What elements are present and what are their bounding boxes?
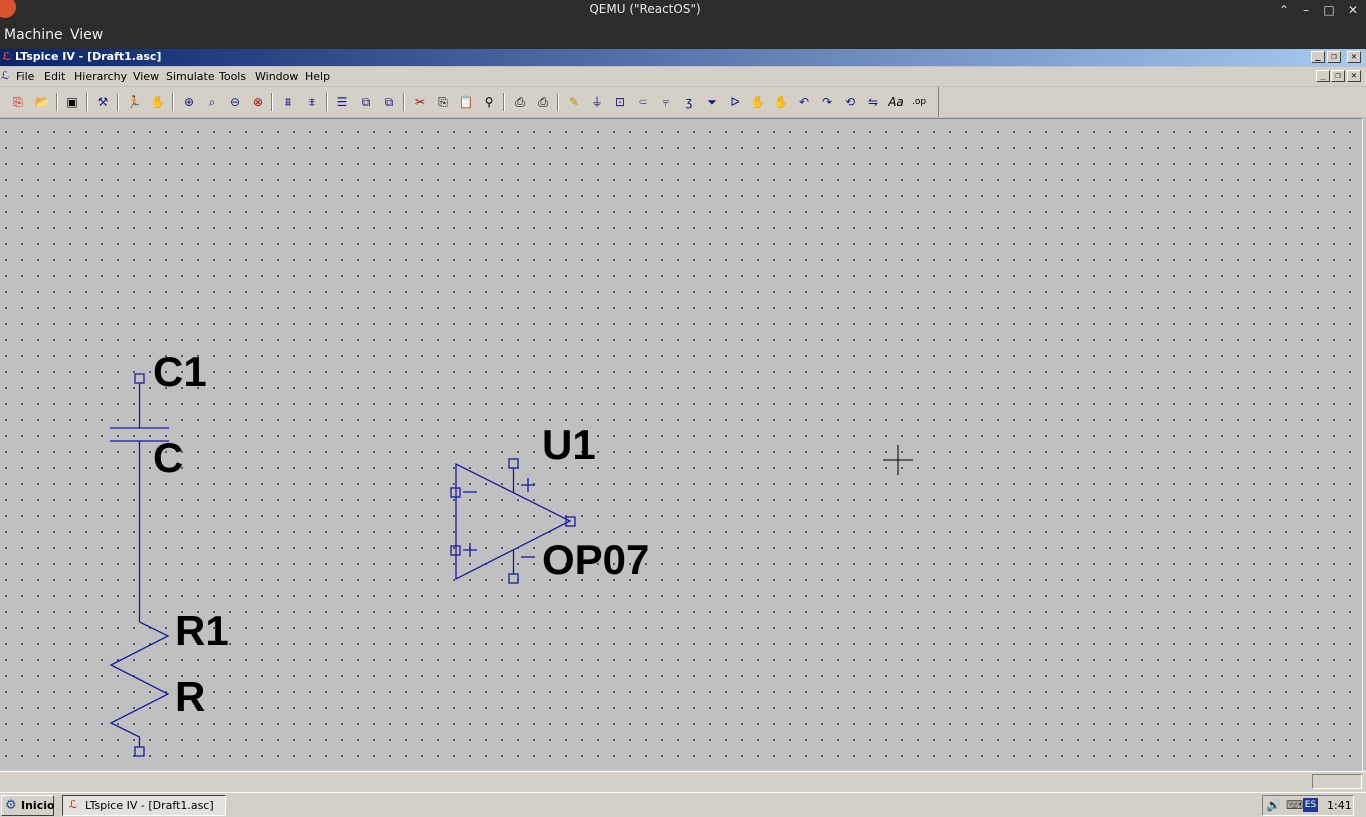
ltspice-logo-icon: ℒ xyxy=(2,50,12,63)
capacitor-value-label[interactable]: C xyxy=(153,437,183,479)
opamp-name-label[interactable]: U1 xyxy=(542,424,596,466)
app-minimize-button[interactable]: _ xyxy=(1311,51,1325,63)
system-tray: 🔊 ⌨ ES 1:41 xyxy=(1262,795,1354,816)
taskbar-item-label: LTspice IV - [Draft1.asc] xyxy=(85,799,214,812)
volume-icon[interactable]: 🔊 xyxy=(1266,798,1281,812)
host-maximize-button[interactable]: □ xyxy=(1319,1,1339,19)
app-close-button[interactable]: ✕ xyxy=(1347,51,1361,63)
resistor-symbol[interactable] xyxy=(109,621,170,757)
language-indicator[interactable]: ES xyxy=(1303,798,1318,812)
schematic-canvas[interactable]: C1 C R1 R U1 OP07 xyxy=(0,118,1363,771)
capacitor-symbol[interactable] xyxy=(110,373,169,622)
pin-vminus[interactable] xyxy=(508,573,519,584)
pin-r1-bottom[interactable] xyxy=(134,746,145,757)
start-button[interactable]: ⚙ Inicio xyxy=(1,795,55,816)
capacitor-name-label[interactable]: C1 xyxy=(153,351,207,393)
guest-desktop: ℒ LTspice IV - [Draft1.asc] _ ❐ ✕ ℒ File… xyxy=(0,49,1366,817)
resistor-name-label[interactable]: R1 xyxy=(175,610,229,652)
app-titlebar: ℒ LTspice IV - [Draft1.asc] _ ❐ ✕ xyxy=(0,49,1366,66)
status-bar xyxy=(0,771,1366,792)
host-minimize-button[interactable]: – xyxy=(1296,1,1316,19)
host-titlebar: QEMU ("ReactOS") ⌃ – □ ✕ xyxy=(0,0,1366,20)
host-menu-view[interactable]: View xyxy=(70,27,103,43)
status-panel xyxy=(1312,774,1362,789)
ltspice-logo-icon: ℒ xyxy=(69,798,77,811)
taskbar-item-ltspice[interactable]: ℒ LTspice IV - [Draft1.asc] xyxy=(62,795,226,816)
pin-output[interactable] xyxy=(565,516,576,527)
resistor-value-label[interactable]: R xyxy=(175,676,205,718)
start-label: Inicio xyxy=(21,799,55,812)
reactos-logo-icon: ⚙ xyxy=(5,798,17,813)
pin-vplus[interactable] xyxy=(508,458,519,469)
host-menubar: Machine View xyxy=(0,20,1366,49)
crosshair-cursor-icon xyxy=(883,445,913,475)
app-restore-button[interactable]: ❐ xyxy=(1327,51,1341,63)
network-icon[interactable]: ⌨ xyxy=(1286,798,1303,812)
clock[interactable]: 1:41 xyxy=(1327,799,1352,812)
host-menu-machine[interactable]: Machine xyxy=(4,27,63,43)
host-shade-button[interactable]: ⌃ xyxy=(1274,1,1294,19)
host-title: QEMU ("ReactOS") xyxy=(589,2,701,16)
host-close-button[interactable]: ✕ xyxy=(1343,1,1363,19)
taskbar: ⚙ Inicio ℒ LTspice IV - [Draft1.asc] 🔊 ⌨… xyxy=(0,792,1366,817)
pin-c1-top[interactable] xyxy=(134,373,145,384)
opamp-value-label[interactable]: OP07 xyxy=(542,539,649,581)
app-title: LTspice IV - [Draft1.asc] xyxy=(15,50,162,63)
